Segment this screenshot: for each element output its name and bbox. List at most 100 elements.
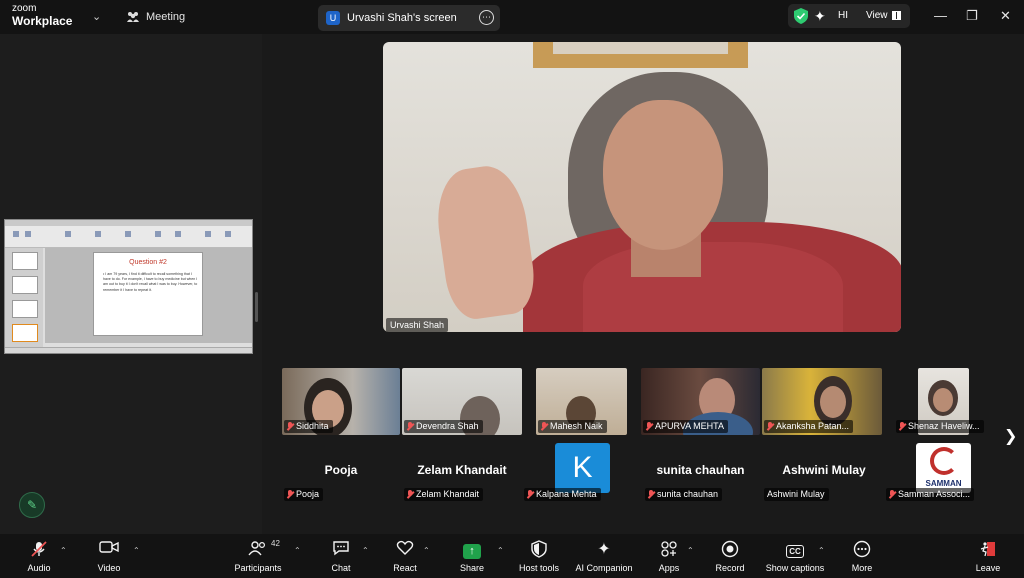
- samman-logo-avatar[interactable]: SAMMAN: [916, 443, 971, 493]
- wall-frame: [533, 42, 748, 68]
- samman-swirl-icon: [930, 447, 958, 475]
- chevron-up-icon[interactable]: ⌃: [687, 546, 694, 555]
- slide-title: Question #2: [129, 259, 167, 266]
- minimize-icon[interactable]: —: [934, 8, 947, 23]
- close-icon[interactable]: ✕: [1000, 8, 1011, 24]
- mic-muted-icon: [648, 490, 654, 499]
- participants-icon: [127, 12, 139, 22]
- samman-logo-text: SAMMAN: [925, 479, 962, 488]
- share-button[interactable]: ↑ Share: [456, 534, 488, 578]
- share-label: Share: [459, 563, 485, 573]
- ai-companion-label: AI Companion: [575, 563, 633, 573]
- video-button[interactable]: Video: [92, 534, 126, 578]
- participant-label: sunita chauhan: [645, 488, 723, 501]
- speaker-shawl: [523, 222, 901, 332]
- react-button[interactable]: React: [390, 534, 420, 578]
- shield-icon: [514, 540, 564, 560]
- host-tools-button[interactable]: Host tools: [514, 534, 564, 578]
- chevron-up-icon[interactable]: ⌃: [294, 546, 301, 555]
- shared-screen-thumbnail[interactable]: Question #2 • I am 79 years, I find it d…: [4, 219, 253, 354]
- participant-label: Shenaz Haveliw...: [896, 420, 984, 433]
- participants-count: 42: [271, 539, 280, 548]
- encryption-shield-icon[interactable]: [794, 8, 808, 24]
- show-captions-button[interactable]: CC Show captions: [764, 534, 826, 578]
- participant-label: Akanksha Patan...: [764, 420, 854, 433]
- participant-label: Samman Associ...: [886, 488, 975, 501]
- participant-display-name: Zelam Khandait: [417, 463, 507, 477]
- video-camera-icon: [92, 540, 126, 560]
- chat-bubble-icon: [326, 540, 356, 560]
- ppt-slide-panel: [5, 248, 43, 348]
- chevron-up-icon[interactable]: ⌃: [133, 546, 140, 555]
- participant-label: Ashwini Mulay: [764, 488, 829, 501]
- audio-button[interactable]: Audio: [22, 534, 56, 578]
- mic-muted-icon: [541, 422, 547, 431]
- share-screen-icon: ↑: [456, 540, 488, 560]
- ai-companion-button[interactable]: ✦ AI Companion: [574, 534, 634, 578]
- chevron-up-icon[interactable]: ⌃: [423, 546, 430, 555]
- mic-muted-icon: [407, 490, 413, 499]
- logo-line2: Workplace: [12, 14, 73, 28]
- video-label: Video: [97, 563, 121, 573]
- participants-label: Participants: [234, 563, 282, 573]
- mic-muted-icon: [527, 490, 533, 499]
- title-bar: zoom Workplace ⌄ Meeting U Urvashi Shah'…: [0, 0, 1024, 34]
- participant-display-name: Ashwini Mulay: [782, 463, 866, 477]
- main-speaker-video[interactable]: [383, 42, 901, 332]
- ppt-ribbon: [5, 226, 252, 248]
- more-options-icon[interactable]: ⋯: [479, 10, 494, 25]
- participant-name: Shenaz Haveliw...: [908, 421, 980, 431]
- chat-label: Chat: [331, 563, 351, 573]
- mic-muted-icon: [646, 422, 652, 431]
- mic-muted-icon: [767, 422, 773, 431]
- captions-icon: CC: [764, 540, 826, 560]
- participant-label: Siddhita: [284, 420, 333, 433]
- tab-meeting-label: Meeting: [146, 11, 186, 23]
- participant-label: Zelam Khandait: [404, 488, 484, 501]
- leave-button[interactable]: Leave: [972, 534, 1004, 578]
- view-button[interactable]: View: [866, 10, 888, 21]
- chevron-up-icon[interactable]: ⌃: [60, 546, 67, 555]
- react-label: React: [393, 563, 417, 573]
- participant-name: Mahesh Naik: [550, 421, 603, 431]
- tab-shared-screen[interactable]: U Urvashi Shah's screen ⋯: [318, 5, 500, 31]
- apps-label: Apps: [658, 563, 680, 573]
- participant-name: Akanksha Patan...: [776, 421, 850, 431]
- slide-body: • I am 79 years, I find it difficult to …: [103, 272, 198, 292]
- view-layout-icon[interactable]: [892, 11, 901, 20]
- record-button[interactable]: Record: [712, 534, 748, 578]
- mic-muted-icon: [287, 422, 293, 431]
- chevron-down-icon[interactable]: ⌄: [92, 10, 101, 23]
- annotate-pencil-icon[interactable]: ✎: [19, 492, 45, 518]
- mic-muted-icon: [22, 540, 56, 560]
- panel-resize-handle[interactable]: [255, 292, 258, 322]
- restore-icon[interactable]: ❐: [966, 8, 978, 24]
- participant-name: Samman Associ...: [898, 489, 971, 499]
- top-right-controls: ✦ HI View: [788, 4, 910, 28]
- chevron-up-icon[interactable]: ⌃: [497, 546, 504, 555]
- user-badge: U: [326, 11, 340, 25]
- chevron-up-icon[interactable]: ⌃: [362, 546, 369, 555]
- participant-name: Kalpana Mehta: [536, 489, 597, 499]
- more-label: More: [851, 563, 873, 573]
- leave-door-icon: [972, 540, 1004, 560]
- participant-label: Pooja: [284, 488, 324, 501]
- participant-name: Siddhita: [296, 421, 329, 431]
- chevron-right-icon[interactable]: ❯: [1004, 426, 1017, 446]
- more-button[interactable]: More: [846, 534, 878, 578]
- mic-muted-icon: [899, 422, 905, 431]
- ai-sparkle-icon[interactable]: ✦: [814, 8, 826, 25]
- chevron-up-icon[interactable]: ⌃: [818, 546, 825, 555]
- participant-display-name: Pooja: [324, 463, 358, 477]
- main-speaker-name: Urvashi Shah: [386, 318, 449, 332]
- meeting-toolbar: Audio ⌃ Video ⌃ Participants 42 ⌃ Chat ⌃…: [0, 534, 1024, 578]
- participant-name: APURVA MEHTA: [655, 421, 725, 431]
- ppt-slide: Question #2 • I am 79 years, I find it d…: [93, 252, 203, 336]
- chat-button[interactable]: Chat: [326, 534, 356, 578]
- avatar[interactable]: K: [555, 443, 610, 493]
- apps-button[interactable]: Apps: [654, 534, 684, 578]
- zoom-logo: zoom Workplace: [12, 4, 73, 28]
- participant-name: Ashwini Mulay: [767, 489, 825, 499]
- tab-meeting[interactable]: Meeting: [126, 8, 185, 26]
- hi-label[interactable]: HI: [838, 10, 848, 21]
